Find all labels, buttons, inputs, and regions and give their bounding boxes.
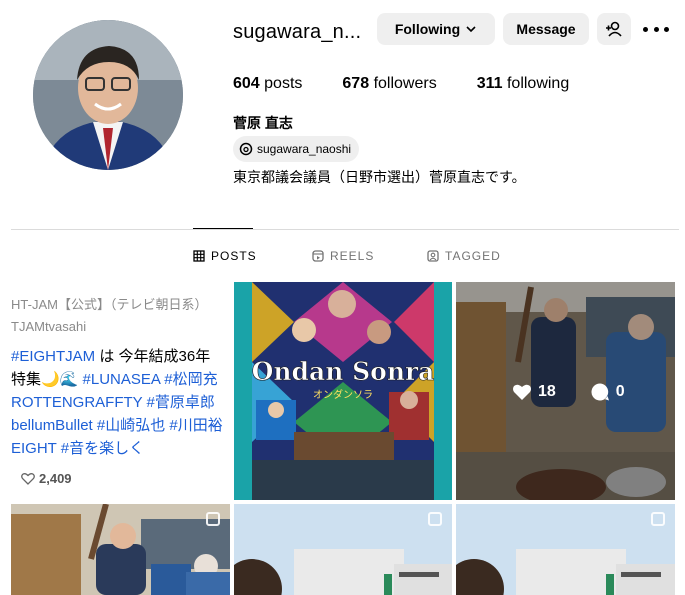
profile-avatar[interactable] [33, 20, 183, 170]
message-button-label: Message [516, 21, 576, 37]
profile-username: sugawara_n... [233, 21, 362, 43]
post-tile-photo-hover[interactable]: 18 0 [456, 282, 675, 500]
following-button-label: Following [394, 21, 461, 37]
profile-full-name: 菅原 直志 [233, 115, 293, 131]
photo-hover-stats: 18 0 [512, 382, 625, 402]
tab-reels[interactable]: REELS [312, 249, 374, 263]
profile-bio: 東京都議会議員（日野市選出）菅原直志です。 [233, 169, 526, 185]
post-tile-tweet[interactable]: HT-JAM【公式】（テレビ朝日系） TJAMtvasahi #EIGHTJAM… [11, 282, 230, 500]
following-stat[interactable]: 311 following [477, 74, 570, 94]
following-button[interactable]: Following [377, 13, 495, 45]
more-options-icon[interactable] [643, 18, 669, 40]
carousel-icon [428, 512, 442, 526]
posts-stat: 604 posts [233, 75, 303, 92]
tweet-text-line: EIGHT #音を楽しく [11, 440, 145, 457]
post-tile-photo[interactable] [234, 504, 452, 595]
poster-image: Ondan Sonra オンダンソラ [234, 282, 452, 500]
tagged-icon [427, 250, 439, 262]
post-tile-photo[interactable] [11, 504, 230, 595]
post-photo [11, 504, 230, 595]
heart-icon [513, 384, 531, 400]
tweet-handle: TJAMtvasahi [11, 319, 87, 334]
heart-outline-icon [21, 473, 35, 485]
tweet-likes: 2,409 [21, 471, 72, 486]
tab-tagged[interactable]: TAGGED [427, 249, 501, 263]
tab-reels-label: REELS [330, 249, 375, 263]
tabs-divider [11, 229, 679, 230]
tweet-text-line: 特集🌙🌊 #LUNASEA #松岡充 [11, 371, 218, 388]
comment-icon [591, 383, 609, 401]
post-photo [234, 504, 452, 595]
tab-tagged-label: TAGGED [445, 249, 501, 263]
tweet-text-line: #EIGHTJAM は 今年結成36年 [11, 348, 211, 365]
photo-likes: 18 [538, 383, 556, 400]
post-tile-photo[interactable] [456, 504, 675, 595]
carousel-icon [651, 512, 665, 526]
avatar-photo [33, 20, 183, 170]
threads-handle: sugawara_naoshi [257, 142, 352, 156]
active-tab-indicator [193, 228, 253, 229]
threads-icon [239, 142, 253, 156]
profile-stats: 604 posts 678 followers 311 following [233, 74, 609, 94]
reels-icon [312, 250, 324, 262]
carousel-icon [206, 512, 220, 526]
add-user-icon [606, 21, 622, 37]
chevron-down-icon [466, 26, 476, 33]
tweet-text-line: bellumBullet #山崎弘也 #川田裕 [11, 417, 223, 434]
tweet-text-line: ROTTENGRAFFTY #菅原卓郎 [11, 394, 215, 411]
tab-posts[interactable]: POSTS [193, 249, 257, 263]
tab-posts-label: POSTS [211, 249, 257, 263]
post-photo [456, 504, 675, 595]
poster-subtitle: オンダンソラ [313, 388, 373, 401]
message-button[interactable]: Message [503, 13, 589, 45]
post-tile-poster[interactable]: Ondan Sonra オンダンソラ [234, 282, 452, 500]
photo-comments: 0 [615, 383, 625, 400]
suggest-users-button[interactable] [597, 13, 631, 45]
grid-icon [193, 250, 205, 262]
poster-title: Ondan Sonra [252, 357, 435, 386]
tweet-account: HT-JAM【公式】（テレビ朝日系） [11, 297, 208, 312]
threads-link[interactable]: sugawara_naoshi [233, 136, 360, 162]
followers-stat[interactable]: 678 followers [342, 74, 436, 94]
